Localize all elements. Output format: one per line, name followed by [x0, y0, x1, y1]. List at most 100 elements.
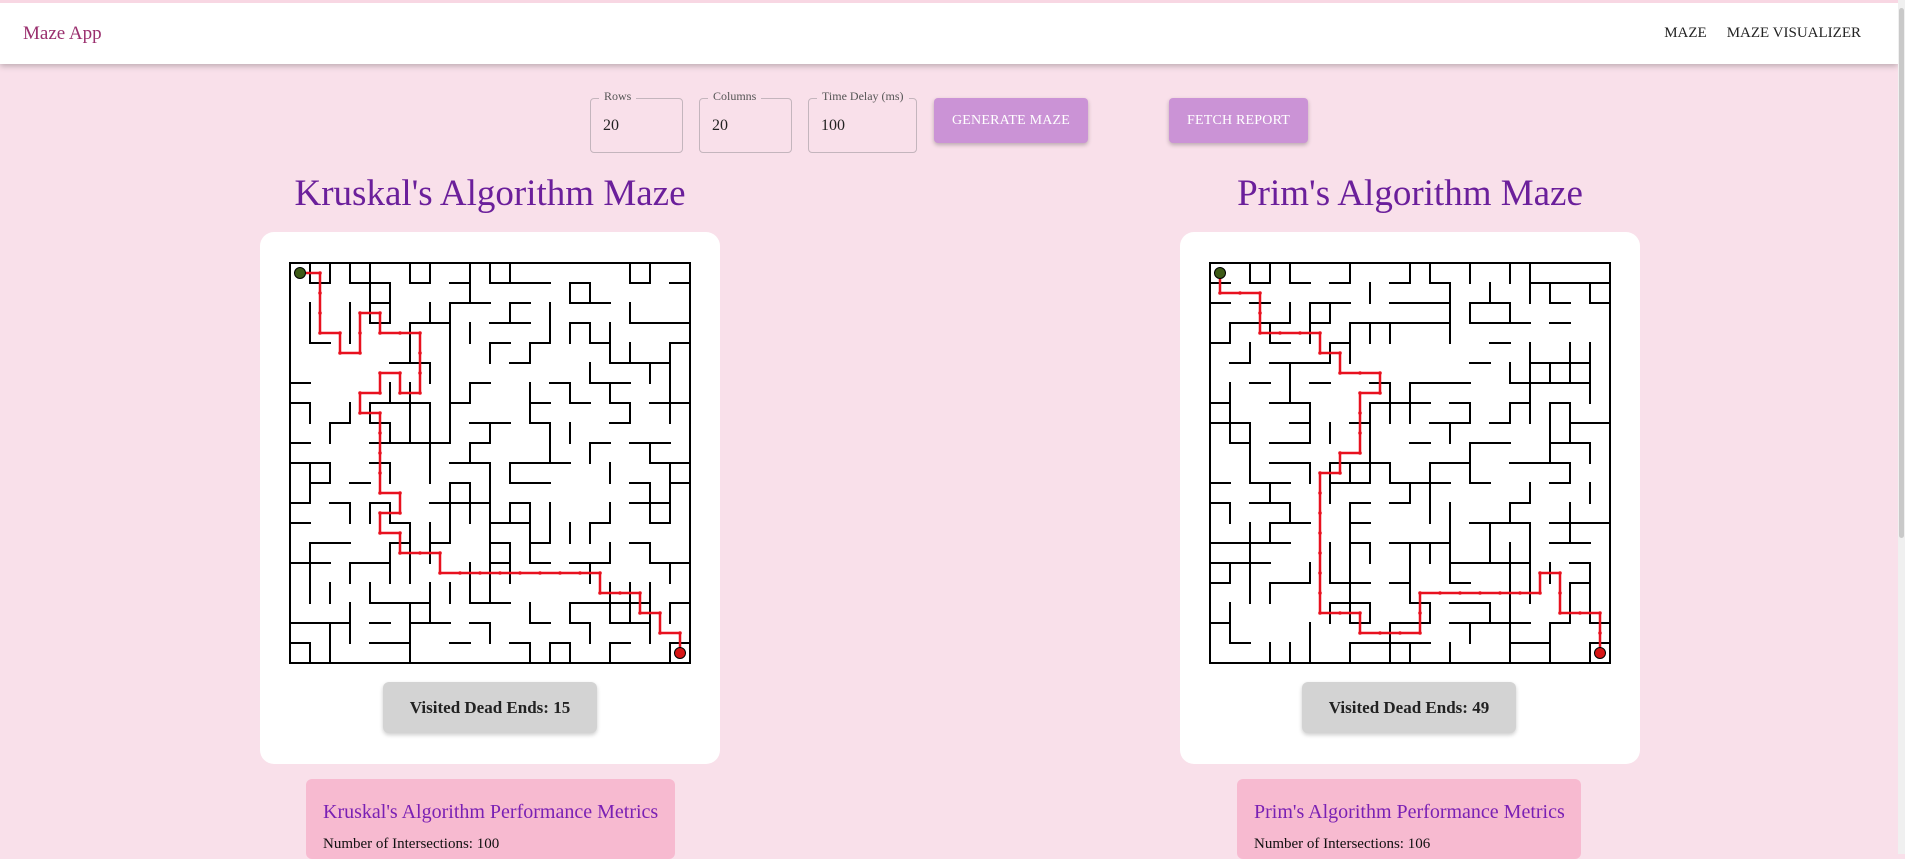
kruskal-path-step — [658, 631, 662, 635]
prim-path-step — [1398, 631, 1402, 635]
kruskal-path-step — [358, 351, 362, 355]
prim-path-step — [1318, 471, 1322, 475]
kruskal-path-step — [418, 371, 422, 375]
prim-path-step — [1338, 471, 1342, 475]
prim-path-step — [1338, 371, 1342, 375]
prim-path-step — [1258, 291, 1262, 295]
prim-metrics-title: Prim's Algorithm Performance Metrics — [1254, 801, 1565, 823]
kruskal-title: Kruskal's Algorithm Maze — [294, 173, 686, 214]
kruskal-metrics-panel: Kruskal's Algorithm Performance Metrics … — [306, 779, 675, 859]
prim-path-step — [1218, 291, 1222, 295]
kruskal-metrics-title: Kruskal's Algorithm Performance Metrics — [323, 801, 659, 823]
kruskal-path-step — [418, 351, 422, 355]
prim-start-marker — [1214, 267, 1226, 279]
kruskal-path-step — [318, 271, 322, 275]
rows-field[interactable]: Rows 20 — [590, 89, 683, 153]
nav-item-maze-visualizer[interactable]: MAZE VISUALIZER — [1727, 25, 1861, 42]
prim-title: Prim's Algorithm Maze — [1237, 173, 1583, 214]
kruskal-path-step — [438, 551, 442, 555]
prim-path-step — [1578, 611, 1582, 615]
kruskal-end-marker — [674, 647, 686, 659]
app-bar: Maze App MAZE MAZE VISUALIZER — [0, 0, 1898, 64]
kruskal-path-step — [498, 571, 502, 575]
prim-path-step — [1318, 591, 1322, 595]
prim-path-step — [1318, 331, 1322, 335]
kruskal-path-step — [638, 591, 642, 595]
kruskal-path-step — [418, 331, 422, 335]
fetch-report-button[interactable]: FETCH REPORT — [1169, 98, 1308, 143]
kruskal-path-step — [398, 391, 402, 395]
columns-field[interactable]: Columns 20 — [699, 89, 792, 153]
prim-path-step — [1518, 591, 1522, 595]
nav-item-maze[interactable]: MAZE — [1664, 25, 1707, 42]
kruskal-path-step — [478, 571, 482, 575]
prim-path-step — [1378, 631, 1382, 635]
prim-path-step — [1438, 591, 1442, 595]
prim-path-step — [1318, 511, 1322, 515]
rows-label: Rows — [599, 89, 637, 104]
prim-path-step — [1298, 331, 1302, 335]
prim-path-step — [1558, 611, 1562, 615]
kruskal-path-step — [598, 591, 602, 595]
kruskal-path-step — [378, 511, 382, 515]
prim-path-step — [1418, 631, 1422, 635]
kruskal-path-step — [318, 291, 322, 295]
prim-path-step — [1358, 371, 1362, 375]
prim-path-step — [1538, 571, 1542, 575]
kruskal-path-step — [678, 631, 682, 635]
prim-path-step — [1358, 631, 1362, 635]
time-delay-value[interactable]: 100 — [821, 117, 845, 135]
prim-path-step — [1338, 451, 1342, 455]
scrollbar-thumb[interactable] — [1899, 8, 1904, 538]
prim-path-step — [1338, 351, 1342, 355]
prim-maze-canvas — [1209, 262, 1611, 664]
columns-value[interactable]: 20 — [712, 117, 728, 135]
generate-maze-button[interactable]: GENERATE MAZE — [934, 98, 1088, 143]
time-delay-label: Time Delay (ms) — [817, 89, 909, 104]
prim-path-step — [1278, 331, 1282, 335]
prim-path-step — [1318, 571, 1322, 575]
prim-path-step — [1598, 631, 1602, 635]
prim-path-step — [1318, 611, 1322, 615]
prim-path-step — [1358, 411, 1362, 415]
prim-path-step — [1238, 291, 1242, 295]
prim-path-step — [1538, 591, 1542, 595]
kruskal-path-step — [398, 511, 402, 515]
prim-path-step — [1258, 311, 1262, 315]
kruskal-path-step — [358, 331, 362, 335]
prim-path-step — [1458, 591, 1462, 595]
kruskal-path-step — [398, 551, 402, 555]
kruskal-path-step — [398, 331, 402, 335]
prim-path-step — [1318, 551, 1322, 555]
kruskal-path-step — [358, 411, 362, 415]
columns-label: Columns — [708, 89, 762, 104]
prim-path-step — [1318, 351, 1322, 355]
kruskal-path-step — [658, 611, 662, 615]
kruskal-intersections: Number of Intersections: 100 — [323, 836, 500, 852]
prim-path-step — [1378, 371, 1382, 375]
rows-value[interactable]: 20 — [603, 117, 619, 135]
kruskal-path-step — [378, 431, 382, 435]
kruskal-path-step — [598, 571, 602, 575]
prim-path-step — [1358, 431, 1362, 435]
kruskal-path-step — [618, 591, 622, 595]
kruskal-path-step — [338, 351, 342, 355]
prim-path-step — [1338, 611, 1342, 615]
kruskal-path-step — [398, 531, 402, 535]
kruskal-path-step — [418, 391, 422, 395]
app-title[interactable]: Maze App — [23, 23, 102, 45]
kruskal-path-step — [378, 331, 382, 335]
kruskal-path-step — [398, 371, 402, 375]
prim-path-step — [1358, 451, 1362, 455]
kruskal-path-step — [338, 331, 342, 335]
kruskal-path-step — [398, 491, 402, 495]
kruskal-path-step — [378, 491, 382, 495]
kruskal-start-marker — [294, 267, 306, 279]
kruskal-path-step — [318, 311, 322, 315]
prim-path-step — [1318, 491, 1322, 495]
time-delay-field[interactable]: Time Delay (ms) 100 — [808, 89, 917, 153]
prim-path-step — [1478, 591, 1482, 595]
prim-metrics-panel: Prim's Algorithm Performance Metrics Num… — [1237, 779, 1581, 859]
prim-path-step — [1378, 391, 1382, 395]
kruskal-path-step — [378, 371, 382, 375]
